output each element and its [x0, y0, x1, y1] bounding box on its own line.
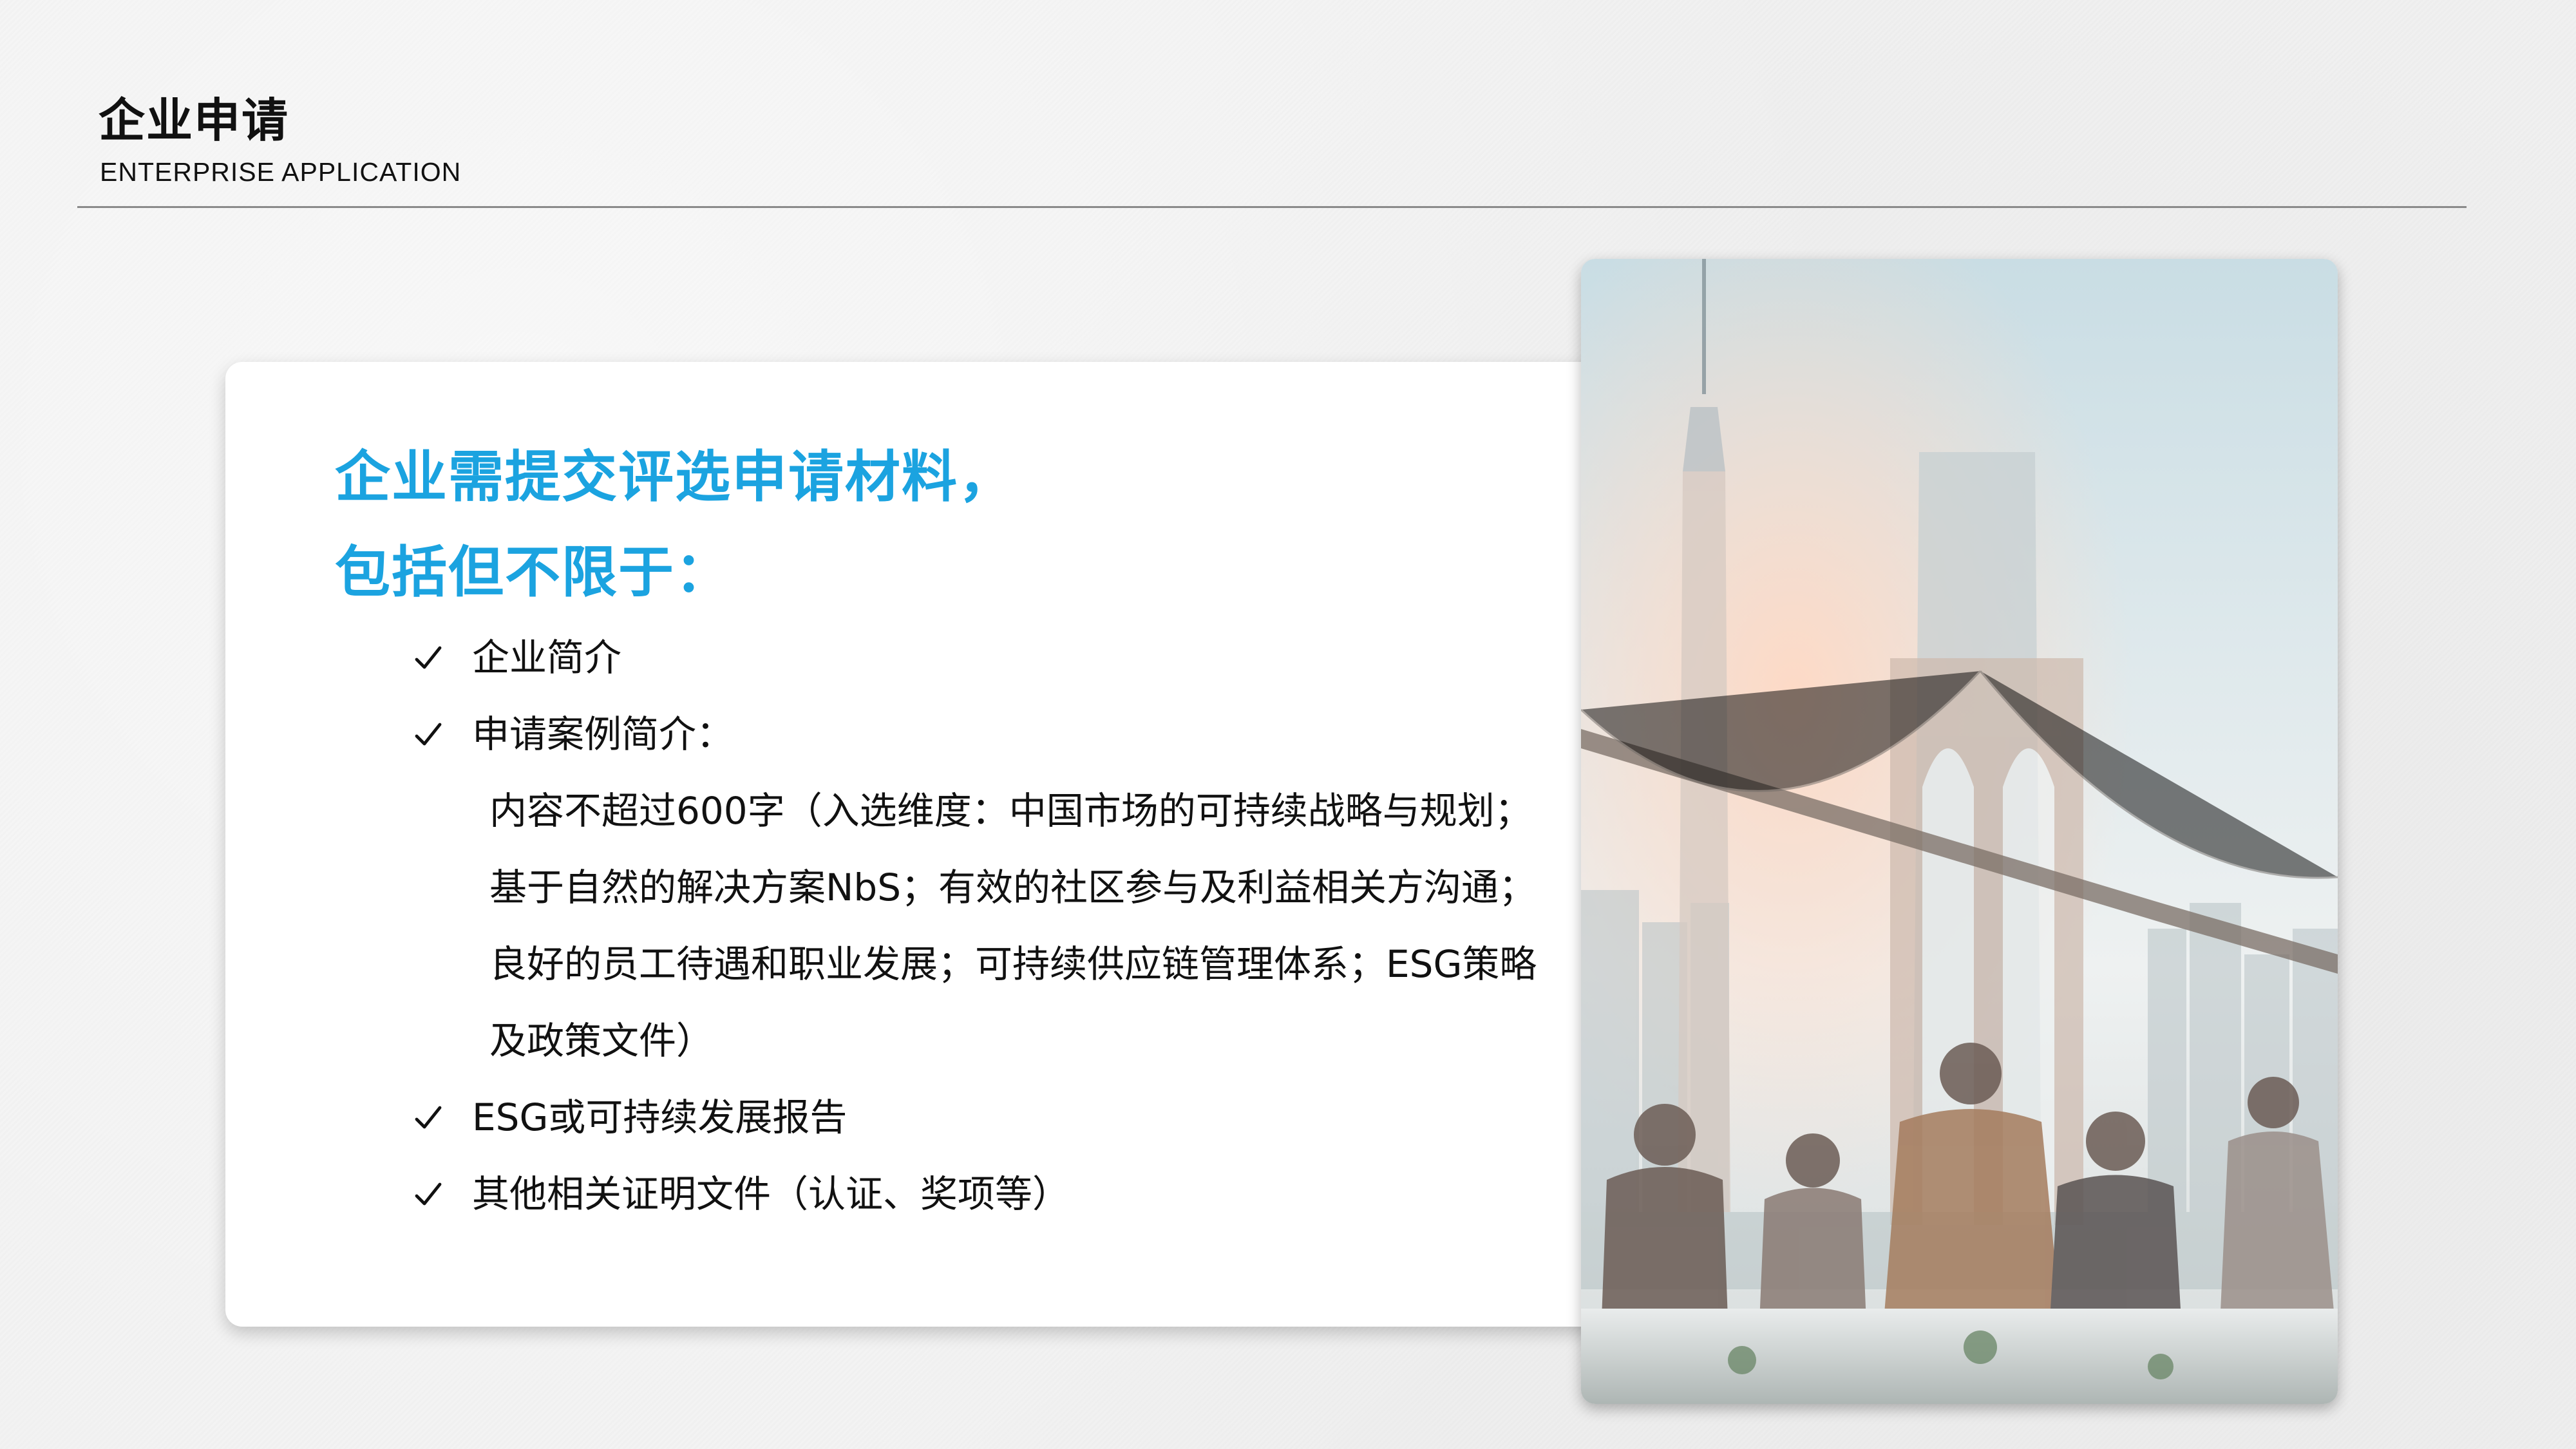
- headline-line-1: 企业需提交评选申请材料，: [335, 445, 1015, 509]
- list-item-label: 其他相关证明文件（认证、奖项等）: [472, 1172, 1070, 1216]
- list-item: 企业简介: [409, 620, 1555, 696]
- headline: 企业需提交评选申请材料， 包括但不限于：: [335, 430, 1015, 620]
- page-subtitle: ENTERPRISE APPLICATION: [100, 157, 462, 187]
- business-city-photo: [1581, 259, 2338, 1404]
- list-item-label: 申请案例简介：: [472, 712, 734, 756]
- header-divider: [77, 206, 2467, 208]
- list-item-label: ESG或可持续发展报告: [472, 1095, 848, 1139]
- headline-line-2: 包括但不限于：: [335, 540, 732, 605]
- content-card: 企业需提交评选申请材料， 包括但不限于： 企业简介 申请案例简介： 内容不超过6…: [225, 362, 1610, 1327]
- requirements-list: 企业简介 申请案例简介： 内容不超过600字（入选维度：中国市场的可持续战略与规…: [409, 620, 1555, 1233]
- check-icon: [409, 696, 448, 773]
- check-icon: [409, 1156, 448, 1233]
- check-icon: [409, 620, 448, 696]
- page-title: 企业申请: [99, 93, 290, 147]
- list-item: 其他相关证明文件（认证、奖项等）: [409, 1156, 1555, 1233]
- case-detail-paragraph: 内容不超过600字（入选维度：中国市场的可持续战略与规划；基于自然的解决方案Nb…: [489, 789, 1537, 1063]
- photo-illustration: [1581, 259, 2338, 1404]
- list-item: ESG或可持续发展报告: [409, 1079, 1555, 1156]
- list-item: 申请案例简介：: [409, 696, 1555, 773]
- list-item-label: 企业简介: [472, 636, 622, 679]
- check-icon: [409, 1079, 448, 1156]
